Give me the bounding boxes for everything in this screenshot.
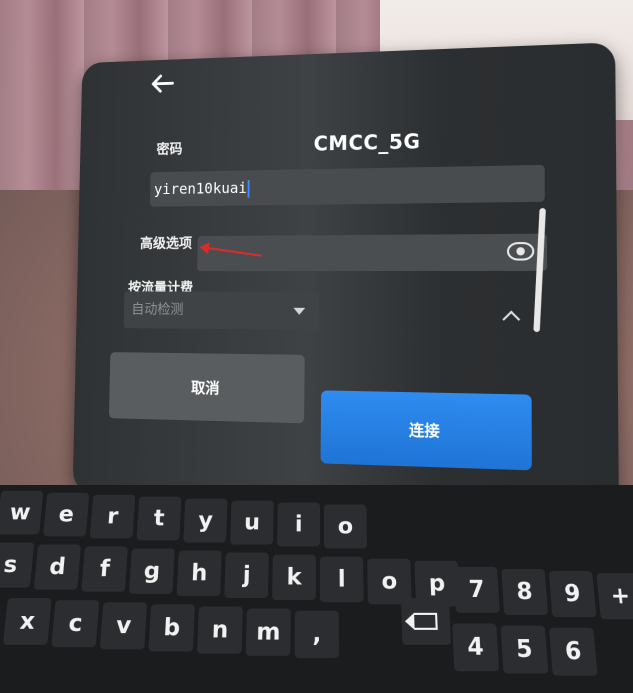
key[interactable]: w <box>0 490 44 535</box>
key[interactable]: s <box>0 542 35 588</box>
back-button[interactable] <box>148 69 176 98</box>
key[interactable]: l <box>320 556 364 603</box>
key[interactable]: f <box>81 546 128 592</box>
numpad-key[interactable]: 5 <box>500 625 549 674</box>
connect-button[interactable]: 连接 <box>320 390 532 471</box>
password-input[interactable]: yiren10kuai <box>149 164 545 207</box>
key[interactable]: r <box>89 494 136 539</box>
key[interactable]: c <box>51 600 100 648</box>
key[interactable]: i <box>277 502 320 547</box>
backspace-icon <box>414 612 438 630</box>
show-password-eye-icon[interactable] <box>506 241 535 261</box>
key[interactable]: v <box>99 602 148 650</box>
numpad-key[interactable]: 4 <box>452 623 500 672</box>
key[interactable]: g <box>128 548 175 594</box>
wifi-password-dialog: 密码 CMCC_5G yiren10kuai 高级选项 按流量计费 自动检测 取… <box>72 42 619 515</box>
network-title: CMCC_5G <box>313 129 421 156</box>
key[interactable]: e <box>43 492 90 537</box>
key[interactable]: m <box>245 608 291 656</box>
numpad-key[interactable]: + <box>596 573 633 620</box>
advanced-options-label[interactable]: 高级选项 <box>140 233 192 253</box>
password-label: 密码 <box>156 141 183 158</box>
backspace-key[interactable] <box>401 598 452 645</box>
key[interactable]: k <box>272 554 316 601</box>
cancel-button[interactable]: 取消 <box>108 352 305 424</box>
key[interactable]: u <box>230 500 274 545</box>
dropdown-caret-icon <box>293 307 306 315</box>
key[interactable]: , <box>294 610 340 659</box>
key[interactable]: x <box>2 598 52 645</box>
password-value: yiren10kuai <box>153 179 248 199</box>
key[interactable]: n <box>197 606 243 654</box>
numpad-key[interactable]: 8 <box>501 568 549 615</box>
key[interactable]: b <box>148 604 195 652</box>
key[interactable]: y <box>183 498 228 543</box>
key[interactable]: h <box>176 550 222 596</box>
numpad-key[interactable]: 7 <box>453 566 500 613</box>
numpad-key[interactable]: 9 <box>548 571 597 618</box>
virtual-keyboard: w e r t y u i o s d f g h j k l o p x c … <box>0 485 633 693</box>
key[interactable]: d <box>33 544 82 590</box>
key[interactable]: j <box>224 552 269 599</box>
key[interactable]: o <box>324 504 368 549</box>
text-caret <box>247 179 250 198</box>
metered-select-value: 自动检测 <box>131 302 184 318</box>
back-arrow-icon <box>150 73 174 95</box>
chevron-up-icon[interactable] <box>502 310 521 329</box>
numpad-key[interactable]: 6 <box>549 627 598 676</box>
key[interactable]: t <box>136 496 182 541</box>
metered-select[interactable]: 自动检测 <box>123 291 320 330</box>
